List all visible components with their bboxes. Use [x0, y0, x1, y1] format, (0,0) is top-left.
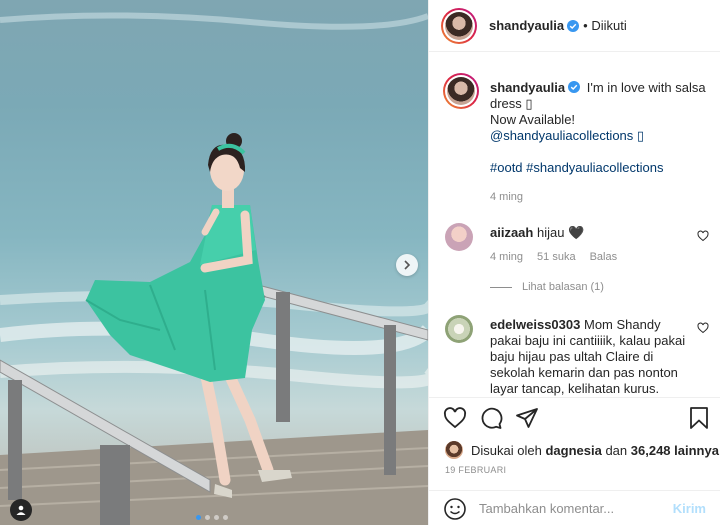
carousel-dot [214, 515, 219, 520]
emoji-icon[interactable] [443, 497, 467, 521]
likes-prefix: Disukai oleh [471, 442, 542, 458]
comment-line: sekolah kemarin dan pas nonton [490, 365, 678, 380]
like-comment-heart-icon[interactable] [697, 322, 709, 334]
like-comment-heart-icon[interactable] [697, 230, 709, 242]
commenter-avatar[interactable] [445, 315, 473, 343]
caption-time[interactable]: 4 ming [490, 191, 523, 203]
caption-meta: 4 ming [490, 191, 523, 203]
comment-text: aiizaah hijau 🖤 [490, 225, 584, 241]
user-tags-button[interactable] [10, 499, 32, 521]
post-comment-button[interactable]: Kirim [673, 501, 706, 516]
comment-line: Mom Shandy [583, 317, 661, 332]
verified-icon [567, 19, 580, 32]
carousel-dot [205, 515, 210, 520]
caption-mention-link[interactable]: @shandyauliacollections ▯ [490, 128, 644, 143]
likes-conjunction: dan [605, 442, 628, 458]
caption: shandyaulia I'm in love with salsa dress… [443, 73, 713, 208]
comment-line: baju hijau pas ultah Claire di [490, 349, 654, 364]
comment-line: pakai baju ini cantiiiik, kalau pakai [490, 333, 686, 348]
follow-status-label: Diikuti [591, 18, 627, 33]
likes-summary[interactable]: Disukai oleh dagnesia dan 36,248 lainnya [445, 441, 719, 459]
caption-line: Now Available! [490, 112, 576, 127]
comment-time[interactable]: 4 ming [490, 251, 523, 263]
caption-hashtags[interactable]: #ootd #shandyauliacollections [490, 160, 663, 175]
post-date[interactable]: 19 FEBRUARI [445, 465, 506, 475]
photo-scene [0, 12, 428, 525]
heart-icon[interactable] [443, 406, 467, 430]
verified-icon [568, 81, 581, 93]
view-replies[interactable]: Lihat balasan (1) [490, 281, 604, 293]
action-bar [443, 406, 710, 430]
comment-line: layar tancap, kelihatan kurus. [490, 381, 660, 396]
caption-username[interactable]: shandyaulia [490, 80, 565, 95]
post-photo[interactable] [0, 0, 428, 525]
liker-avatar [445, 441, 463, 459]
post-panel: shandyaulia • Diikuti shandyaulia I'm in… [428, 0, 720, 525]
next-slide-button[interactable] [396, 254, 418, 276]
replies-divider [490, 286, 512, 288]
comment-item: aiizaah hijau 🖤 4 ming 51 suka Balas Lih… [443, 223, 713, 303]
comment-body: hijau 🖤 [536, 225, 585, 240]
view-replies-label: Lihat balasan (1) [522, 281, 604, 293]
comment-like-count[interactable]: 51 suka [537, 251, 576, 263]
carousel-dots [196, 515, 228, 520]
post-actions: Disukai oleh dagnesia dan 36,248 lainnya… [429, 397, 720, 525]
post-header: shandyaulia • Diikuti [429, 0, 720, 52]
avatar[interactable] [443, 73, 479, 109]
share-icon[interactable] [515, 406, 539, 430]
comment-text: edelweiss0303 Mom Shandy pakai baju ini … [490, 317, 705, 396]
comment-icon[interactable] [479, 406, 503, 430]
reply-button[interactable]: Balas [590, 251, 618, 263]
woman-figure [85, 133, 292, 498]
carousel-dot [223, 515, 228, 520]
caption-line: I'm in love with salsa [586, 80, 706, 95]
avatar[interactable] [441, 7, 477, 44]
carousel-dot [196, 515, 201, 520]
bookmark-icon[interactable] [688, 406, 710, 430]
caption-line: dress ▯ [490, 96, 533, 111]
chevron-right-icon [404, 260, 411, 270]
comment-form: Kirim [429, 490, 720, 525]
likes-count[interactable]: 36,248 lainnya [631, 443, 719, 458]
follow-status[interactable]: • Diikuti [583, 18, 627, 33]
comment-item: edelweiss0303 Mom Shandy pakai baju ini … [443, 315, 713, 396]
commenter-username[interactable]: edelweiss0303 [490, 317, 580, 332]
comment-input[interactable] [479, 501, 673, 516]
caption-text: shandyaulia I'm in love with salsa dress… [490, 80, 710, 176]
comment-meta: 4 ming 51 suka Balas [490, 251, 617, 263]
comments-list[interactable]: shandyaulia I'm in love with salsa dress… [429, 53, 720, 396]
commenter-avatar[interactable] [445, 223, 473, 251]
liker-username[interactable]: dagnesia [545, 443, 601, 458]
user-tag-icon [16, 505, 26, 515]
post-author-username[interactable]: shandyaulia [489, 18, 564, 33]
commenter-username[interactable]: aiizaah [490, 225, 533, 240]
